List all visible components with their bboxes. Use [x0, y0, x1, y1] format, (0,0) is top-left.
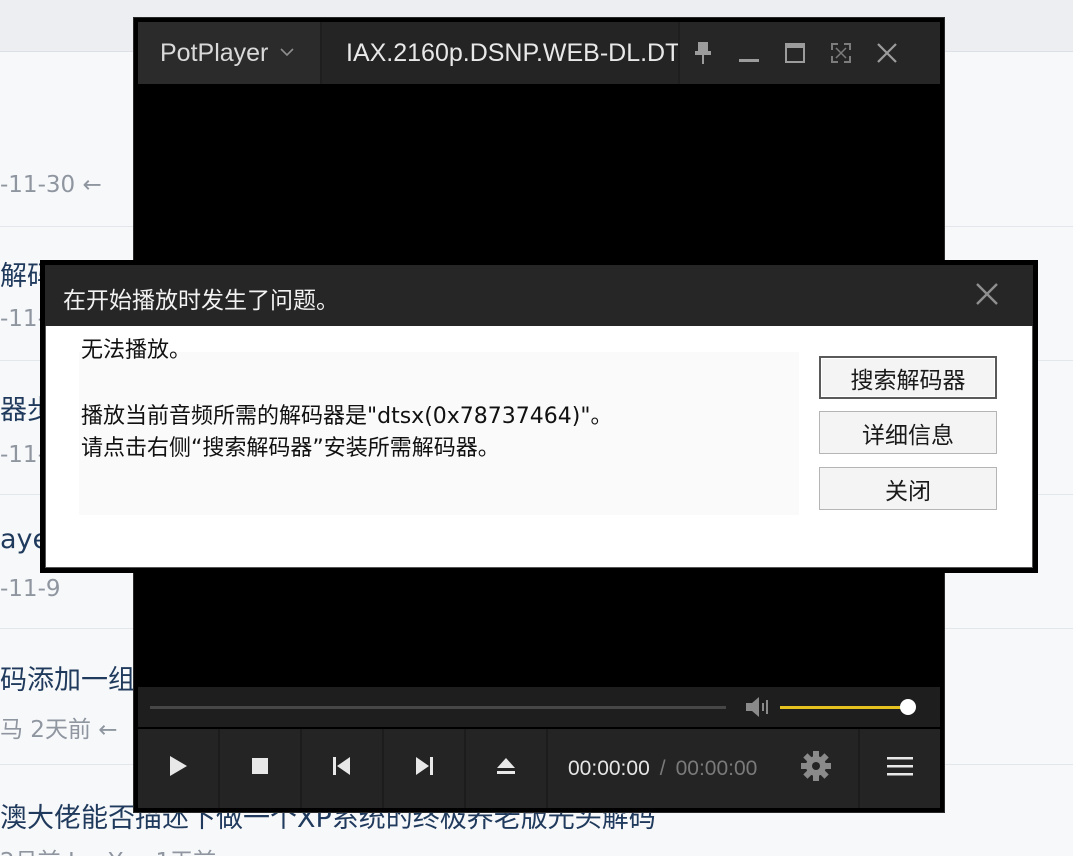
list-item-meta: 2月前 LeeYan 1天前: [0, 842, 216, 856]
pin-icon: [692, 40, 714, 66]
stop-icon: [251, 757, 269, 780]
dialog-title: 在开始播放时发生了问题。: [63, 288, 339, 314]
play-icon: [167, 754, 189, 783]
close-icon: [975, 282, 999, 311]
error-message-line2: 播放当前音频所需的解码器是"dtsx(0x78737464)"。: [81, 404, 613, 429]
list-item-meta: -11-30 ←: [0, 172, 102, 198]
volume-slider[interactable]: [780, 706, 908, 709]
play-button[interactable]: [138, 729, 218, 808]
list-item-title[interactable]: 码添加一组: [0, 658, 135, 697]
stop-button[interactable]: [220, 729, 300, 808]
next-icon: [414, 756, 434, 781]
eject-icon: [496, 756, 516, 781]
eject-button[interactable]: [466, 729, 546, 808]
maximize-button[interactable]: [772, 22, 818, 84]
menu-button[interactable]: [860, 729, 940, 808]
time-separator: /: [659, 756, 666, 780]
list-item-meta: -11-9: [0, 576, 61, 602]
seek-slider[interactable]: [150, 706, 726, 709]
close-icon: [876, 42, 898, 64]
current-time: 00:00:00: [568, 756, 650, 780]
fullscreen-button[interactable]: [818, 22, 864, 84]
file-title: IAX.2160p.DSNP.WEB-DL.DT: [322, 22, 678, 84]
previous-button[interactable]: [302, 729, 382, 808]
hamburger-menu-icon: [886, 755, 914, 782]
search-decoder-button[interactable]: 搜索解码器: [819, 356, 997, 399]
minimize-button[interactable]: [726, 22, 772, 84]
volume-slider-handle[interactable]: [900, 699, 916, 715]
list-item-meta: 马 2天前 ←: [0, 717, 118, 743]
app-menu-button[interactable]: PotPlayer: [138, 22, 320, 84]
gear-icon: [800, 750, 832, 788]
fullscreen-icon: [830, 42, 852, 64]
dialog-close-text-button[interactable]: 关闭: [819, 467, 997, 510]
seek-bar-area: [138, 687, 940, 727]
playback-error-dialog: 在开始播放时发生了问题。 无法播放。 播放当前音频所需的解码器是"dtsx(0x…: [40, 260, 1038, 573]
minimize-icon: [738, 42, 760, 64]
settings-button[interactable]: [800, 750, 832, 788]
playback-controls: 00:00:00 / 00:00:00: [138, 729, 940, 808]
error-message-line1: 无法播放。: [81, 338, 192, 363]
details-button[interactable]: 详细信息: [819, 411, 997, 454]
window-controls: [680, 22, 940, 84]
total-time: 00:00:00: [675, 756, 758, 780]
error-message-line3: 请点击右侧“搜索解码器”安装所需解码器。: [81, 436, 500, 461]
chevron-down-icon: [280, 44, 294, 62]
dialog-header: 在开始播放时发生了问题。: [45, 265, 1033, 326]
time-display: 00:00:00 / 00:00:00: [548, 729, 858, 808]
volume-icon[interactable]: [744, 695, 772, 719]
app-name: PotPlayer: [160, 38, 269, 67]
list-item-meta: -11-: [0, 306, 46, 332]
previous-icon: [332, 756, 352, 781]
pin-button[interactable]: [680, 22, 726, 84]
dialog-close-button[interactable]: [967, 277, 1007, 315]
title-bar[interactable]: PotPlayer IAX.2160p.DSNP.WEB-DL.DT: [138, 22, 940, 84]
dialog-message-area: 无法播放。 播放当前音频所需的解码器是"dtsx(0x78737464)"。 请…: [79, 338, 799, 515]
maximize-icon: [784, 42, 806, 64]
close-button[interactable]: [864, 22, 910, 84]
list-item-meta: -11-: [0, 442, 46, 468]
next-button[interactable]: [384, 729, 464, 808]
